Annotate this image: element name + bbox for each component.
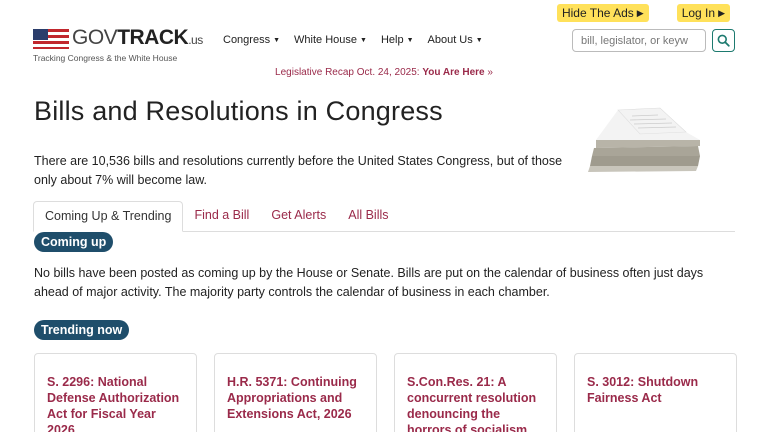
play-icon: ▶ xyxy=(718,7,725,18)
tab-all-bills[interactable]: All Bills xyxy=(337,201,399,232)
nav-congress[interactable]: Congress ▼ xyxy=(223,34,280,46)
nav-white-house[interactable]: White House ▼ xyxy=(294,34,367,46)
recap-link[interactable]: You Are Here xyxy=(422,67,484,78)
page-title: Bills and Resolutions in Congress xyxy=(34,96,443,126)
caret-down-icon: ▼ xyxy=(406,37,414,44)
bill-card[interactable]: S.Con.Res. 21: A concurrent resolution d… xyxy=(394,353,557,432)
recap-prefix: Legislative Recap Oct. 24, 2025: xyxy=(275,67,420,78)
caret-down-icon: ▼ xyxy=(475,37,483,44)
intro-text: There are 10,536 bills and resolutions c… xyxy=(34,154,563,187)
site-logo[interactable]: GOVTRACK.us Tracking Congress & the Whit… xyxy=(33,26,203,63)
caret-down-icon: ▼ xyxy=(273,37,281,44)
search-input[interactable] xyxy=(572,29,706,52)
search-form xyxy=(572,29,735,52)
search-button[interactable] xyxy=(712,29,735,52)
search-icon xyxy=(717,34,730,47)
top-buttons: Hide The Ads ▶ Log In ▶ xyxy=(556,4,730,22)
logo-wordmark: GOVTRACK.us xyxy=(72,26,203,49)
us-flag-icon xyxy=(33,29,69,49)
bill-card-title[interactable]: H.R. 5371: Continuing Appropriations and… xyxy=(227,374,364,422)
bill-card[interactable]: S. 2296: National Defense Authorization … xyxy=(34,353,197,432)
hide-ads-button[interactable]: Hide The Ads ▶ xyxy=(556,4,649,22)
nav-help[interactable]: Help ▼ xyxy=(381,34,414,46)
logo-tagline: Tracking Congress & the White House xyxy=(33,53,178,63)
login-button[interactable]: Log In ▶ xyxy=(676,4,730,22)
trending-heading: Trending now xyxy=(34,320,130,340)
nav-about-us[interactable]: About Us ▼ xyxy=(428,34,483,46)
hide-ads-label: Hide The Ads xyxy=(561,6,634,20)
tab-coming-up-trending[interactable]: Coming Up & Trending xyxy=(33,201,184,232)
coming-up-text: No bills have been posted as coming up b… xyxy=(34,266,704,299)
bill-card-title[interactable]: S. 2296: National Defense Authorization … xyxy=(47,374,184,432)
tab-find-a-bill[interactable]: Find a Bill xyxy=(183,201,260,232)
bill-card-title[interactable]: S.Con.Res. 21: A concurrent resolution d… xyxy=(407,374,544,432)
bill-card[interactable]: S. 3012: Shutdown Fairness Act xyxy=(574,353,737,432)
tab-get-alerts[interactable]: Get Alerts xyxy=(260,201,337,232)
bill-tabs: Coming Up & Trending Find a Bill Get Ale… xyxy=(33,201,735,232)
main-nav: Congress ▼ White House ▼ Help ▼ About Us ▼ xyxy=(223,34,483,46)
recap-banner[interactable]: Legislative Recap Oct. 24, 2025: You Are… xyxy=(0,67,768,78)
caret-down-icon: ▼ xyxy=(360,37,367,44)
bill-card-title[interactable]: S. 3012: Shutdown Fairness Act xyxy=(587,374,724,406)
trending-cards: S. 2296: National Defense Authorization … xyxy=(34,353,737,432)
recap-arrow: » xyxy=(487,67,493,78)
login-label: Log In xyxy=(681,6,716,20)
bill-card[interactable]: H.R. 5371: Continuing Appropriations and… xyxy=(214,353,377,432)
coming-up-heading: Coming up xyxy=(34,232,114,252)
play-icon: ▶ xyxy=(636,7,644,18)
paper-stack-illustration xyxy=(588,107,700,172)
